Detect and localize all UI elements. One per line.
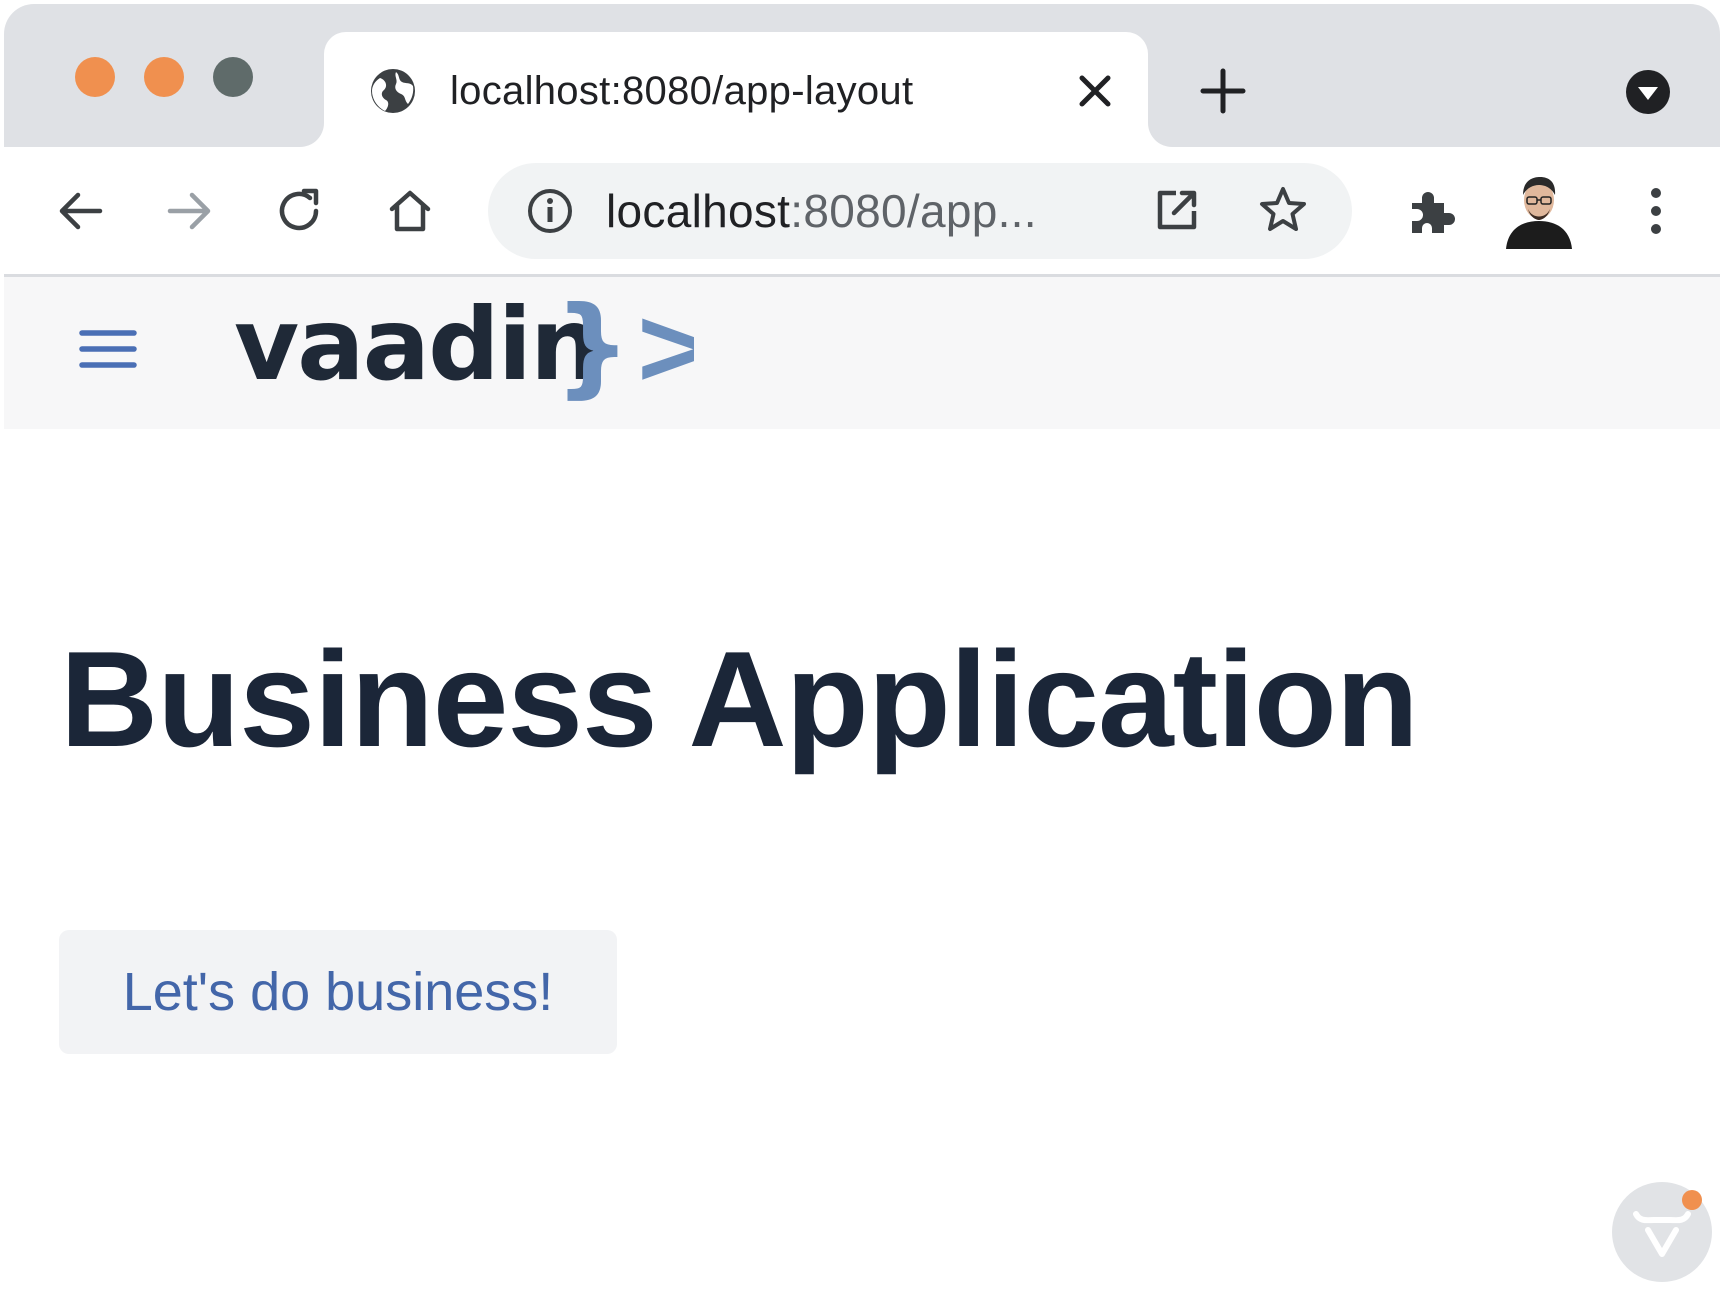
forward-arrow-icon[interactable] [164,185,216,237]
tab-search-icon[interactable] [1624,68,1672,116]
tab-title: localhost:8080/app-layout [450,69,914,113]
zoom-window-button[interactable] [213,57,253,97]
puzzle-icon[interactable] [1404,185,1456,237]
notification-dot [1682,1190,1702,1210]
vaadin-dev-tools-icon [1633,1211,1691,1257]
vaadin-dev-tools-badge[interactable] [1612,1182,1712,1282]
kebab-menu-icon[interactable] [1630,185,1682,237]
new-tab-icon[interactable] [1200,68,1246,114]
browser-toolbar: localhost:8080/app... [4,147,1720,277]
url-text: localhost:8080/app... [606,185,1037,237]
home-icon[interactable] [384,185,436,237]
reload-icon[interactable] [274,185,326,237]
vaadin-logo: vaadin }> [234,297,694,407]
app-navbar: vaadin }> [4,277,1720,429]
lets-do-business-button[interactable]: Let's do business! [59,930,617,1054]
close-window-button[interactable] [75,57,115,97]
back-arrow-icon[interactable] [54,185,106,237]
globe-icon [371,69,415,113]
hamburger-menu-icon[interactable] [78,325,138,373]
browser-window: localhost:8080/app-layout localhost:8080… [4,4,1720,1292]
browser-tab[interactable]: localhost:8080/app-layout [324,32,1148,147]
url-host: localhost [606,185,791,237]
url-rest: :8080/app... [790,185,1037,237]
open-in-new-icon[interactable] [1154,187,1200,233]
close-tab-icon[interactable] [1076,72,1114,110]
bookmark-star-icon[interactable] [1258,185,1308,235]
tab-strip: localhost:8080/app-layout [4,4,1720,147]
page-title: Business Application [60,623,1419,775]
address-bar[interactable]: localhost:8080/app... [488,163,1352,259]
svg-text:vaadin: vaadin [234,297,599,403]
profile-avatar[interactable] [1504,173,1574,249]
svg-text:}>: }> [554,297,694,407]
minimize-window-button[interactable] [144,57,184,97]
site-info-icon[interactable] [526,187,574,235]
